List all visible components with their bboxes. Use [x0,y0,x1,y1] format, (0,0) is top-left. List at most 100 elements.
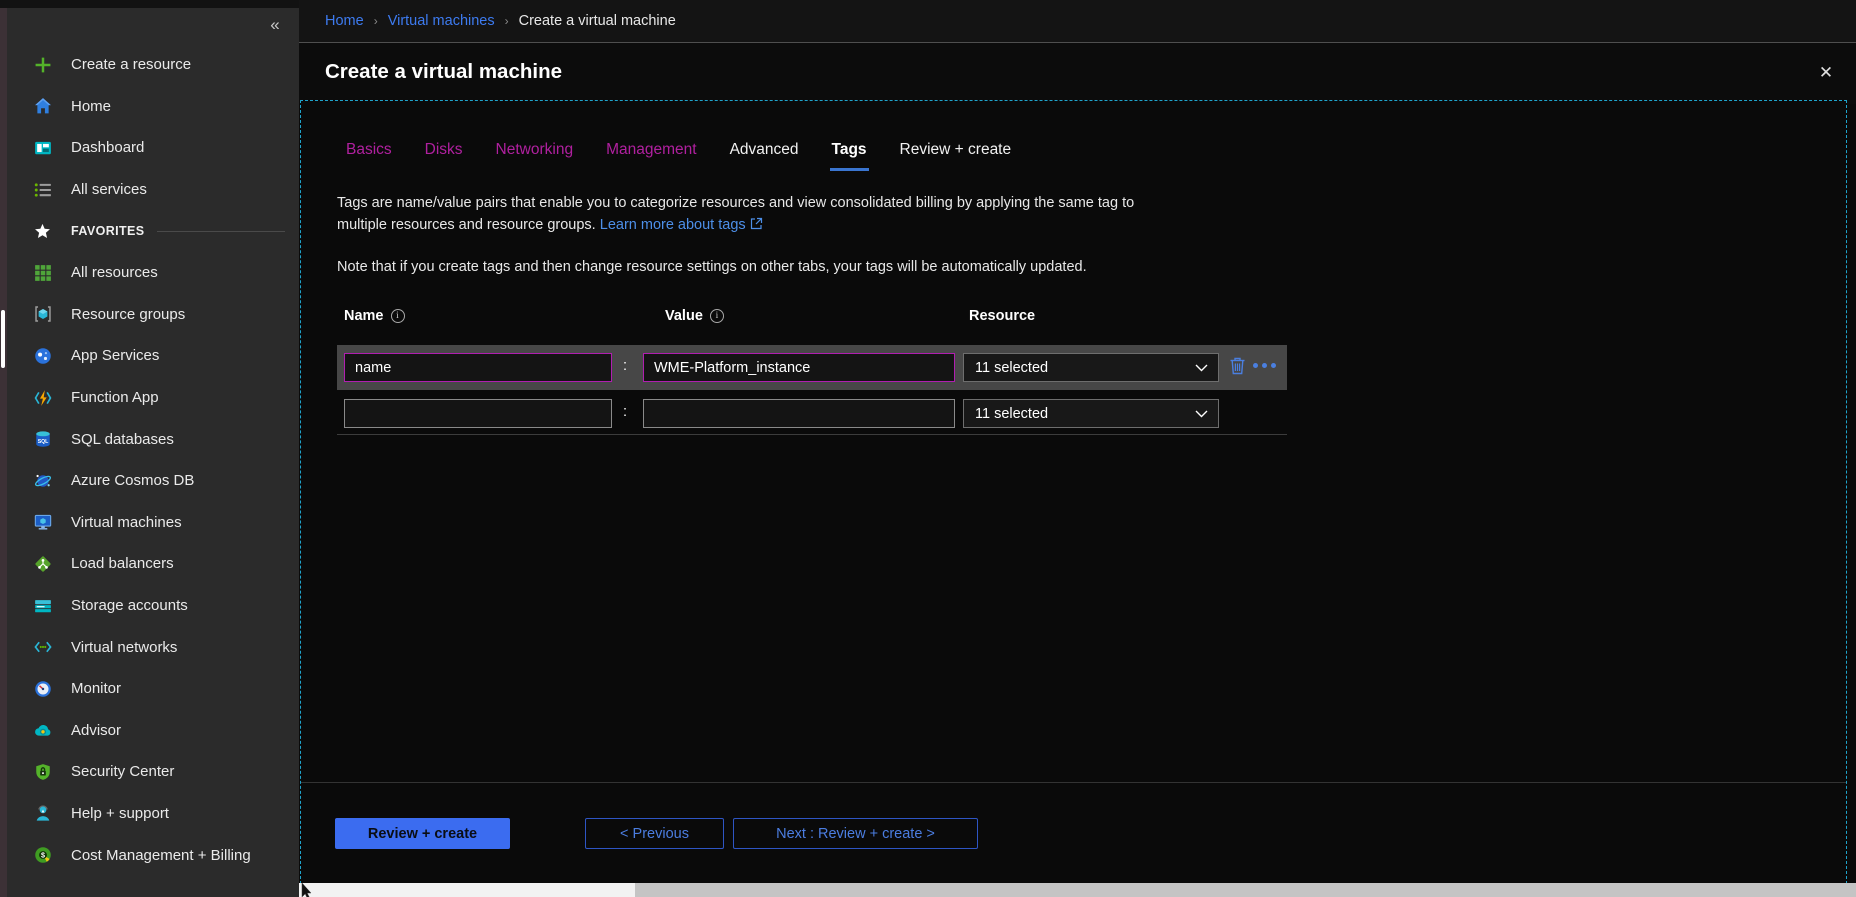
security-center-icon [33,762,52,781]
cost-management-icon: $ [33,846,52,865]
tag-name-input[interactable] [344,353,612,382]
more-options-icon[interactable] [1253,363,1276,368]
dashboard-icon [33,138,52,157]
sidebar-item-label: Help + support [71,805,169,822]
sidebar-item-label: SQL databases [71,431,174,448]
column-header-value: Value i [665,308,724,324]
sidebar-item-virtual-machines[interactable]: Virtual machines [0,502,299,544]
monitor-icon [33,679,52,698]
tab-networking[interactable]: Networking [496,141,574,167]
tab-label: Review + create [900,141,1012,158]
sidebar-item-label: Virtual networks [71,639,177,656]
tab-basics[interactable]: Basics [346,141,392,167]
colon-separator: : [619,358,631,374]
footer-divider [301,782,1846,783]
sidebar-item-monitor[interactable]: Monitor [0,668,299,710]
review-create-button[interactable]: Review + create [335,818,510,849]
info-icon[interactable]: i [710,309,724,323]
delete-row-icon[interactable] [1229,356,1249,378]
sidebar-item-app-services[interactable]: App Services [0,335,299,377]
sidebar-item-label: Create a resource [71,56,191,73]
tab-management[interactable]: Management [606,141,696,167]
sidebar-item-label: Azure Cosmos DB [71,472,194,489]
sidebar-item-virtual-networks[interactable]: Virtual networks [0,626,299,668]
sidebar-item-label: Virtual machines [71,514,182,531]
sidebar-item-sql-databases[interactable]: SQL SQL databases [0,418,299,460]
breadcrumb-current: Create a virtual machine [519,13,676,29]
learn-more-link[interactable]: Learn more about tags [600,217,746,233]
sidebar-item-label: Cost Management + Billing [71,847,251,864]
all-resources-icon [33,263,52,282]
virtual-networks-icon [33,638,52,657]
star-icon [33,222,52,241]
sidebar-item-storage-accounts[interactable]: Storage accounts [0,585,299,627]
favorites-divider [157,231,285,232]
sidebar-item-label: Storage accounts [71,597,188,614]
sidebar-item-cost-management-billing[interactable]: $ Cost Management + Billing [0,834,299,876]
breadcrumb-virtual-machines[interactable]: Virtual machines [388,13,495,29]
page-title: Create a virtual machine [325,60,562,84]
sidebar-item-azure-cosmos-db[interactable]: Azure Cosmos DB [0,460,299,502]
sidebar-collapse-button[interactable]: « [258,8,292,42]
sidebar-item-label: Security Center [71,763,174,780]
sidebar-item-load-balancers[interactable]: Load balancers [0,543,299,585]
tab-tags[interactable]: Tags [832,141,867,167]
sidebar-item-resource-groups[interactable]: Resource groups [0,294,299,336]
external-link-icon [750,216,763,238]
sidebar-item-all-services[interactable]: All services [0,169,299,211]
sidebar-item-label: All resources [71,264,158,281]
horizontal-scrollbar[interactable] [299,883,1856,897]
home-icon [33,97,52,116]
resource-dropdown[interactable]: 11 selected [963,353,1219,382]
advisor-icon [33,721,52,740]
storage-accounts-icon [33,596,52,615]
tab-label: Basics [346,141,392,158]
sidebar-item-create-a-resource[interactable]: Create a resource [0,44,299,86]
resource-dropdown[interactable]: 11 selected [963,399,1219,428]
cosmos-db-icon [33,471,52,490]
sidebar-item-home[interactable]: Home [0,86,299,128]
tag-value-input-empty[interactable] [643,399,955,428]
sidebar-item-all-resources[interactable]: All resources [0,252,299,294]
column-header-resource: Resource [969,308,1035,324]
sidebar-top-strip [0,0,299,8]
breadcrumb-home[interactable]: Home [325,13,364,29]
close-icon[interactable]: ✕ [1812,59,1840,87]
sidebar-item-security-center[interactable]: Security Center [0,751,299,793]
sidebar-item-advisor[interactable]: Advisor [0,710,299,752]
create-resource-icon [33,55,52,74]
next-button[interactable]: Next : Review + create > [733,818,978,849]
info-icon[interactable]: i [391,309,405,323]
tag-name-input-empty[interactable] [344,399,612,428]
tab-disks[interactable]: Disks [425,141,463,167]
app-services-icon [33,346,52,365]
mouse-cursor [301,883,312,897]
sidebar-item-help-support[interactable]: Help + support [0,793,299,835]
sidebar-item-label: Resource groups [71,306,185,323]
scrollbar-thumb[interactable] [299,883,635,897]
all-services-icon [33,180,52,199]
column-header-name: Name i [344,308,405,324]
tags-description: Tags are name/value pairs that enable yo… [337,193,1297,237]
tab-advanced[interactable]: Advanced [730,141,799,167]
colon-separator: : [619,404,631,420]
svg-text:$: $ [41,851,45,860]
sidebar-item-dashboard[interactable]: Dashboard [0,127,299,169]
scroll-position-indicator[interactable] [1,310,5,368]
sql-databases-icon: SQL [33,430,52,449]
breadcrumb: Home › Virtual machines › Create a virtu… [299,0,1856,42]
table-bottom-divider [337,434,1287,435]
description-line1: Tags are name/value pairs that enable yo… [337,195,1134,211]
sidebar-item-label: Load balancers [71,555,174,572]
tag-value-input[interactable] [643,353,955,382]
help-support-icon [33,804,52,823]
sidebar-item-label: App Services [71,347,159,364]
previous-button[interactable]: < Previous [585,818,724,849]
sidebar-item-label: Dashboard [71,139,144,156]
sidebar-item-function-app[interactable]: Function App [0,377,299,419]
tab-review-create[interactable]: Review + create [900,141,1012,167]
blade-title-bar: Create a virtual machine ✕ [299,42,1856,104]
breadcrumb-separator-icon: › [374,14,378,28]
tab-label: Tags [832,141,867,158]
sidebar-item-label: Function App [71,389,159,406]
